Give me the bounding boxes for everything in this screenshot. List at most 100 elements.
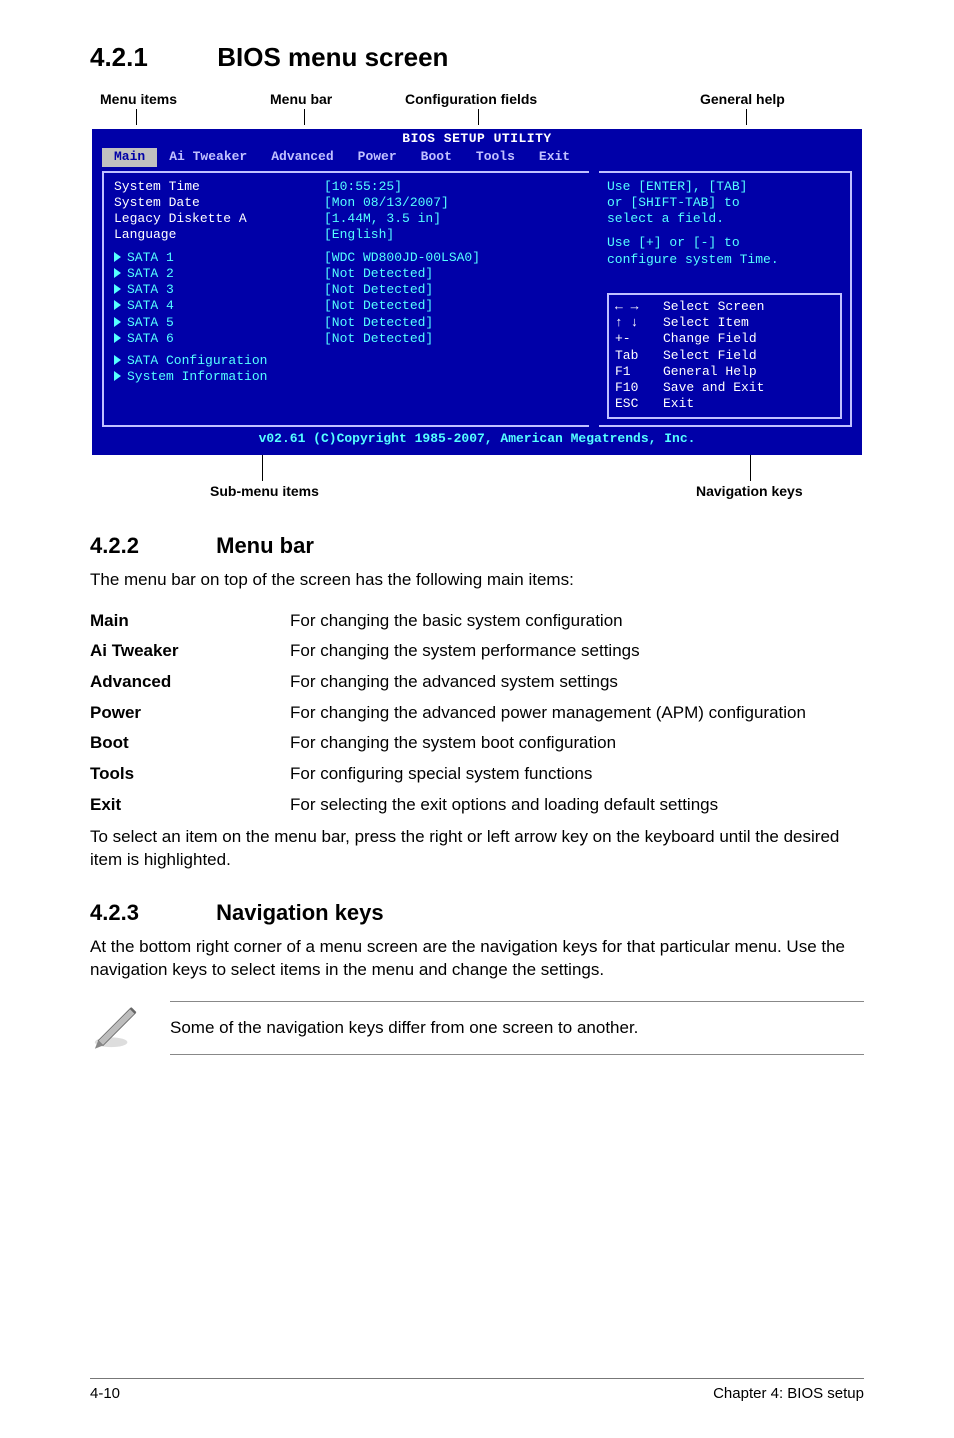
callout-config-fields: Configuration fields bbox=[405, 91, 537, 107]
callout-tick bbox=[262, 455, 263, 481]
callout-tick bbox=[304, 109, 305, 125]
bios-row-sata4[interactable]: SATA 4 [Not Detected] bbox=[114, 298, 585, 314]
heading-4-2-2: 4.2.2 Menu bar bbox=[90, 533, 864, 559]
bios-key: System Date bbox=[114, 195, 324, 211]
help-line: Use [ENTER], [TAB] bbox=[607, 179, 842, 195]
bios-val: [Not Detected] bbox=[324, 315, 585, 331]
bios-val: [1.44M, 3.5 in] bbox=[324, 211, 585, 227]
heading-num: 4.2.3 bbox=[90, 900, 210, 926]
bios-footer: v02.61 (C)Copyright 1985-2007, American … bbox=[92, 427, 862, 447]
arrows-lr-icon bbox=[615, 299, 663, 315]
def-term: Advanced bbox=[90, 667, 290, 698]
def-term: Exit bbox=[90, 790, 290, 821]
bios-row-language[interactable]: Language [English] bbox=[114, 227, 585, 243]
heading-4-2-3: 4.2.3 Navigation keys bbox=[90, 900, 864, 926]
bios-key: SATA 3 bbox=[127, 282, 174, 297]
bios-val: [Not Detected] bbox=[324, 266, 585, 282]
bios-key: System Time bbox=[114, 179, 324, 195]
bios-key: SATA Configuration bbox=[127, 353, 267, 368]
note-text: Some of the navigation keys differ from … bbox=[170, 1001, 864, 1055]
bios-tab-main[interactable]: Main bbox=[102, 148, 157, 166]
callout-general-help: General help bbox=[700, 91, 785, 107]
def-row-tools: Tools For configuring special system fun… bbox=[90, 759, 864, 790]
bios-key: SATA 6 bbox=[127, 331, 174, 346]
nav-key: F10 bbox=[615, 380, 663, 396]
bios-row-sata3[interactable]: SATA 3 [Not Detected] bbox=[114, 282, 585, 298]
bios-row-system-time[interactable]: System Time [10:55:25] bbox=[114, 179, 585, 195]
callout-tick bbox=[478, 109, 479, 125]
nav-label: Select Screen bbox=[663, 299, 764, 315]
bios-tab-tools[interactable]: Tools bbox=[464, 148, 527, 166]
page-number: 4-10 bbox=[90, 1385, 120, 1402]
chapter-label: Chapter 4: BIOS setup bbox=[713, 1385, 864, 1402]
heading-num: 4.2.2 bbox=[90, 533, 210, 559]
bios-right-pane: Use [ENTER], [TAB] or [SHIFT-TAB] to sel… bbox=[599, 171, 852, 427]
navkeys-body: At the bottom right corner of a menu scr… bbox=[90, 936, 864, 982]
submenu-arrow-icon bbox=[114, 268, 121, 278]
submenu-arrow-icon bbox=[114, 371, 121, 381]
bios-row-sata5[interactable]: SATA 5 [Not Detected] bbox=[114, 315, 585, 331]
bios-val: [Not Detected] bbox=[324, 282, 585, 298]
submenu-arrow-icon bbox=[114, 355, 121, 365]
callout-tick bbox=[136, 109, 137, 125]
nav-key: +- bbox=[615, 331, 663, 347]
nav-key: Tab bbox=[615, 348, 663, 364]
nav-key: ESC bbox=[615, 396, 663, 412]
bios-val: [Not Detected] bbox=[324, 331, 585, 347]
menubar-defs-table: Main For changing the basic system confi… bbox=[90, 606, 864, 820]
callout-menu-items: Menu items bbox=[100, 91, 177, 107]
def-term: Ai Tweaker bbox=[90, 636, 290, 667]
bios-top-callouts: Menu items Menu bar Configuration fields… bbox=[90, 91, 864, 129]
bios-tab-exit[interactable]: Exit bbox=[527, 148, 582, 166]
bios-tab-ai-tweaker[interactable]: Ai Tweaker bbox=[157, 148, 259, 166]
bios-row-legacy-diskette[interactable]: Legacy Diskette A [1.44M, 3.5 in] bbox=[114, 211, 585, 227]
def-row-power: Power For changing the advanced power ma… bbox=[90, 698, 864, 729]
bios-val: [Mon 08/13/2007] bbox=[324, 195, 585, 211]
bios-menubar: Main Ai Tweaker Advanced Power Boot Tool… bbox=[92, 148, 862, 170]
bios-nav-keys-box: Select Screen Select Item +-Change Field… bbox=[607, 293, 842, 419]
bios-val: [WDC WD800JD-00LSA0] bbox=[324, 250, 585, 266]
bios-tab-advanced[interactable]: Advanced bbox=[259, 148, 345, 166]
help-line: Use [+] or [-] to bbox=[607, 235, 842, 251]
def-term: Boot bbox=[90, 728, 290, 759]
submenu-arrow-icon bbox=[114, 300, 121, 310]
heading-title: Menu bar bbox=[216, 533, 314, 558]
callout-tick bbox=[750, 455, 751, 481]
bios-key: System Information bbox=[127, 369, 267, 384]
callout-submenu-items: Sub-menu items bbox=[210, 483, 319, 499]
help-line: or [SHIFT-TAB] to bbox=[607, 195, 842, 211]
bios-row-sata-config[interactable]: SATA Configuration bbox=[114, 353, 585, 369]
bios-tab-power[interactable]: Power bbox=[346, 148, 409, 166]
bios-row-sata6[interactable]: SATA 6 [Not Detected] bbox=[114, 331, 585, 347]
help-line: configure system Time. bbox=[607, 252, 842, 268]
nav-label: Save and Exit bbox=[663, 380, 764, 396]
bios-row-system-info[interactable]: System Information bbox=[114, 369, 585, 385]
nav-label: Select Field bbox=[663, 348, 757, 364]
page-footer: 4-10 Chapter 4: BIOS setup bbox=[90, 1378, 864, 1402]
bios-row-sata1[interactable]: SATA 1 [WDC WD800JD-00LSA0] bbox=[114, 250, 585, 266]
nav-label: Exit bbox=[663, 396, 694, 412]
submenu-arrow-icon bbox=[114, 284, 121, 294]
def-term: Main bbox=[90, 606, 290, 637]
bios-val: [Not Detected] bbox=[324, 298, 585, 314]
def-desc: For changing the advanced system setting… bbox=[290, 667, 864, 698]
bios-row-system-date[interactable]: System Date [Mon 08/13/2007] bbox=[114, 195, 585, 211]
bios-val: [English] bbox=[324, 227, 585, 243]
callout-menu-bar: Menu bar bbox=[270, 91, 332, 107]
def-row-advanced: Advanced For changing the advanced syste… bbox=[90, 667, 864, 698]
menubar-outro: To select an item on the menu bar, press… bbox=[90, 826, 864, 872]
def-desc: For changing the basic system configurat… bbox=[290, 606, 864, 637]
nav-label: Select Item bbox=[663, 315, 749, 331]
bios-tab-boot[interactable]: Boot bbox=[409, 148, 464, 166]
bios-row-sata2[interactable]: SATA 2 [Not Detected] bbox=[114, 266, 585, 282]
bios-left-pane: System Time [10:55:25] System Date [Mon … bbox=[102, 171, 589, 427]
nav-key: F1 bbox=[615, 364, 663, 380]
help-line: select a field. bbox=[607, 211, 842, 227]
submenu-arrow-icon bbox=[114, 252, 121, 262]
heading-num: 4.2.1 bbox=[90, 42, 210, 73]
submenu-arrow-icon bbox=[114, 333, 121, 343]
bios-screenshot: BIOS SETUP UTILITY Main Ai Tweaker Advan… bbox=[92, 129, 862, 455]
bios-bottom-callouts: Sub-menu items Navigation keys bbox=[90, 455, 864, 505]
callout-tick bbox=[746, 109, 747, 125]
bios-key: SATA 4 bbox=[127, 298, 174, 313]
